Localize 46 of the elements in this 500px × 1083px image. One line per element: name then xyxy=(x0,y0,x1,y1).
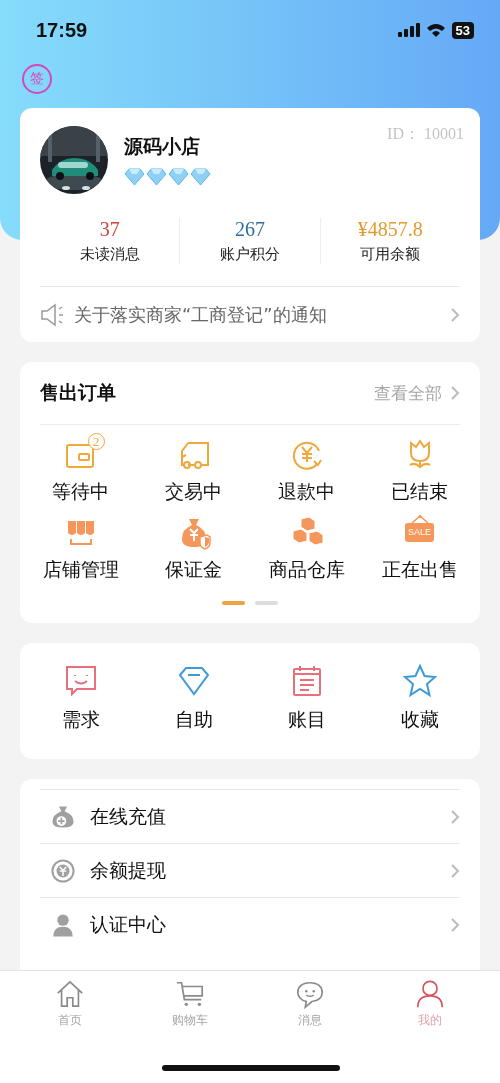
section-title: 售出订单 xyxy=(40,380,117,405)
user-id: ID： 10001 xyxy=(387,124,464,144)
stat-label: 未读消息 xyxy=(79,245,140,264)
menu-item[interactable]: 余额提现 xyxy=(90,857,436,884)
order-status-label[interactable]: 正在出售 xyxy=(381,557,458,583)
service-label[interactable]: 账目 xyxy=(287,707,326,733)
yen-circle-icon xyxy=(50,857,76,884)
stat-label: 可用余额 xyxy=(360,245,421,264)
chevron-right-icon xyxy=(450,306,460,323)
stat-label: 账户积分 xyxy=(220,245,280,264)
stat-value: ¥4857.8 xyxy=(357,218,423,241)
order-status-label[interactable]: 保证金 xyxy=(165,557,222,583)
star-icon xyxy=(401,663,438,699)
service-label[interactable]: 收藏 xyxy=(400,707,439,733)
service-label[interactable]: 自助 xyxy=(174,707,213,733)
order-status-label[interactable]: 已结束 xyxy=(391,479,448,505)
order-status-label[interactable]: 商品仓库 xyxy=(268,557,345,583)
menu-item[interactable]: 在线充值 xyxy=(90,803,436,830)
cart-icon xyxy=(175,979,205,1009)
diamond-icon xyxy=(168,168,189,186)
menu-item[interactable]: 认证中心 xyxy=(90,911,436,938)
diamond-icon xyxy=(146,168,167,186)
chevron-right-icon xyxy=(450,385,460,401)
order-status-label[interactable]: 交易中 xyxy=(165,479,222,505)
status-time: 17:59 xyxy=(36,18,88,42)
order-status-label[interactable]: 等待中 xyxy=(52,479,109,505)
money-bag-icon xyxy=(50,803,76,830)
wifi-icon xyxy=(425,22,446,38)
order-status-label[interactable]: 退款中 xyxy=(278,479,335,505)
order-status-label[interactable]: 店铺管理 xyxy=(42,557,119,583)
chevron-right-icon xyxy=(450,916,460,933)
signal-icon xyxy=(397,23,420,37)
shop-name: 源码小店 xyxy=(124,134,201,159)
chevron-right-icon xyxy=(450,808,460,825)
chevron-right-icon xyxy=(450,862,460,879)
chat-smile-icon xyxy=(295,979,325,1009)
diamond-icon xyxy=(124,168,145,186)
notice-text[interactable]: 关于落实商家“工商登记”的通知 xyxy=(74,302,444,327)
service-label[interactable]: 需求 xyxy=(61,707,100,733)
stat-value: 267 xyxy=(235,218,265,241)
home-icon xyxy=(55,979,85,1009)
diamond-icon xyxy=(190,168,211,186)
person-icon xyxy=(415,979,445,1009)
stat-value: 37 xyxy=(99,218,120,241)
battery-level: 53 xyxy=(451,21,474,39)
count-badge: 2 xyxy=(87,433,105,450)
